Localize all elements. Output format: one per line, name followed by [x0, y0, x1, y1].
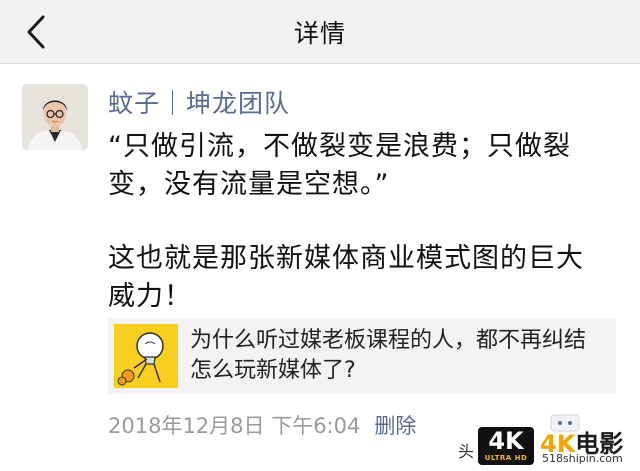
post-paragraph: 这也就是那张新媒体商业模式图的巨大威力！ — [108, 243, 584, 312]
delete-button[interactable]: 删除 — [374, 414, 416, 438]
watermark-url: 518shipin.com — [542, 452, 623, 465]
watermark-badge-small: ULTRA HD — [484, 454, 528, 462]
shared-article-card[interactable]: 为什么听过媒老板课程的人，都不再纠结怎么玩新媒体了? — [108, 318, 616, 394]
timestamp: 2018年12月8日 下午6:04 — [108, 414, 361, 438]
lightbulb-figure-icon — [117, 332, 164, 386]
watermark-badge-big: 4K — [488, 427, 524, 455]
author-name[interactable]: 蚊子｜坤龙团队 — [108, 84, 290, 120]
page-title: 详情 — [293, 19, 346, 48]
avatar[interactable] — [22, 84, 88, 150]
post-content: “只做引流，不做裂变是浪费；只做裂变，没有流量是空想。” 这也就是那张新媒体商业… — [108, 128, 608, 316]
article-title: 为什么听过媒老板课程的人，都不再纠结怎么玩新媒体了? — [190, 328, 587, 383]
post-meta: 2018年12月8日 下午6:04 删除 — [108, 410, 416, 440]
navbar: 详情 — [0, 0, 640, 64]
person-photo — [22, 84, 88, 150]
post-paragraph: “只做引流，不做裂变是浪费；只做裂变，没有流量是空想。” — [108, 131, 571, 200]
watermark-logo: 4K ULTRA HD — [478, 427, 534, 465]
watermark-text: 头 — [458, 442, 475, 461]
article-thumbnail — [114, 324, 178, 388]
